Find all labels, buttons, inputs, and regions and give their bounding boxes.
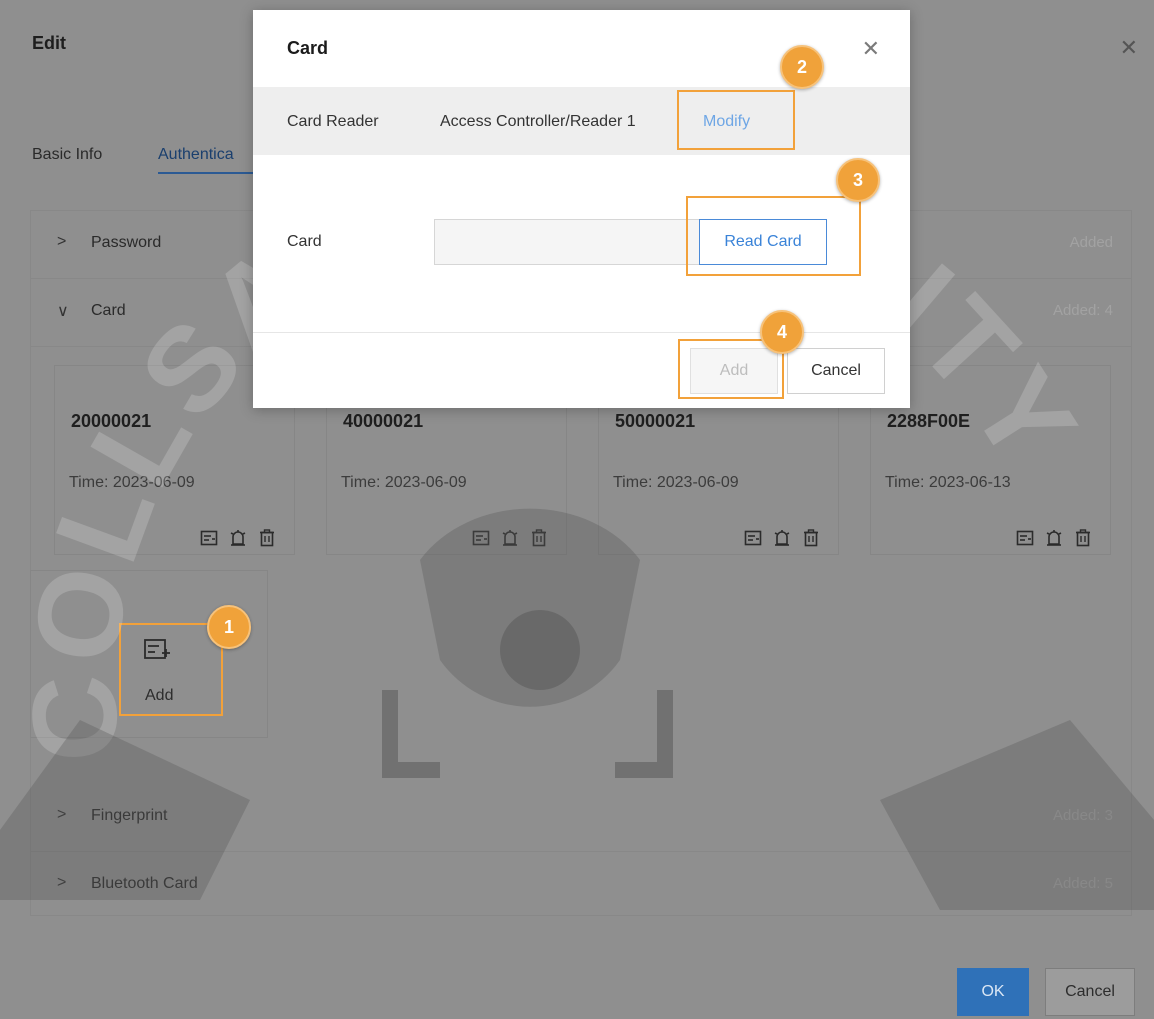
modal-title: Card [287, 38, 329, 58]
chevron-right-icon: > [57, 233, 67, 250]
row-fingerprint[interactable]: > Fingerprint Added: 3 [31, 784, 1131, 852]
delete-icon[interactable] [1074, 529, 1092, 547]
cancel-button[interactable]: Cancel [1045, 968, 1135, 1016]
row-label: Card [91, 302, 126, 319]
card-reader-label: Card Reader [287, 113, 379, 130]
card-number: 20000021 [71, 411, 152, 431]
row-bluetooth-card[interactable]: > Bluetooth Card Added: 5 [31, 852, 1131, 920]
add-card-button[interactable]: Add [119, 623, 223, 716]
alarm-icon[interactable] [1045, 529, 1063, 547]
edit-card-icon[interactable] [200, 529, 218, 547]
alarm-icon[interactable] [229, 529, 247, 547]
close-icon[interactable]: ✕ [862, 36, 880, 62]
card-time: Time: 2023-06-09 [613, 474, 739, 491]
card-time: Time: 2023-06-09 [69, 474, 195, 491]
delete-icon[interactable] [802, 529, 820, 547]
alarm-icon[interactable] [773, 529, 791, 547]
edit-card-icon[interactable] [744, 529, 762, 547]
delete-icon[interactable] [258, 529, 276, 547]
close-icon[interactable]: ✕ [1120, 35, 1138, 61]
ok-button[interactable]: OK [957, 968, 1029, 1016]
active-tab-indicator [158, 172, 258, 174]
step-highlight-modify [677, 90, 795, 150]
tab-authentication[interactable]: Authentica [158, 146, 234, 164]
row-status: Added: 4 [1052, 302, 1113, 319]
tab-basic-info[interactable]: Basic Info [32, 146, 102, 164]
step-badge-2: 2 [780, 45, 824, 89]
card-number: 40000021 [343, 411, 424, 431]
delete-icon[interactable] [530, 529, 548, 547]
edit-title: Edit [32, 33, 66, 53]
row-status: Added [1069, 234, 1113, 251]
add-card-tile: Add [30, 570, 268, 738]
row-label: Bluetooth Card [91, 875, 198, 892]
chevron-right-icon: > [57, 874, 67, 891]
add-card-icon [144, 639, 170, 659]
row-status: Added: 3 [1052, 807, 1113, 824]
row-label: Password [91, 234, 162, 251]
chevron-down-icon: ∨ [57, 303, 69, 320]
card-number: 50000021 [615, 411, 696, 431]
chevron-right-icon: > [57, 806, 67, 823]
step-highlight-read-card [686, 196, 861, 276]
add-card-label: Add [145, 687, 174, 704]
step-badge-4: 4 [760, 310, 804, 354]
edit-card-icon[interactable] [1016, 529, 1034, 547]
card-reader-bar: Card Reader Access Controller/Reader 1 M… [253, 87, 910, 155]
row-status: Added: 5 [1052, 875, 1113, 892]
row-label: Fingerprint [91, 807, 168, 824]
card-number: 2288F00E [887, 411, 971, 431]
alarm-icon[interactable] [501, 529, 519, 547]
step-badge-1: 1 [207, 605, 251, 649]
card-time: Time: 2023-06-13 [885, 474, 1011, 491]
step-badge-3: 3 [836, 158, 880, 202]
card-reader-value: Access Controller/Reader 1 [440, 113, 636, 130]
edit-footer: OK Cancel [0, 960, 1154, 1019]
cancel-button[interactable]: Cancel [787, 348, 885, 394]
card-number-input[interactable] [434, 219, 722, 265]
edit-card-icon[interactable] [472, 529, 490, 547]
card-field-label: Card [287, 233, 322, 250]
card-time: Time: 2023-06-09 [341, 474, 467, 491]
card-list: 20000021 Time: 2023-06-09 40000021 Time:… [30, 345, 1135, 783]
divider [253, 332, 910, 333]
